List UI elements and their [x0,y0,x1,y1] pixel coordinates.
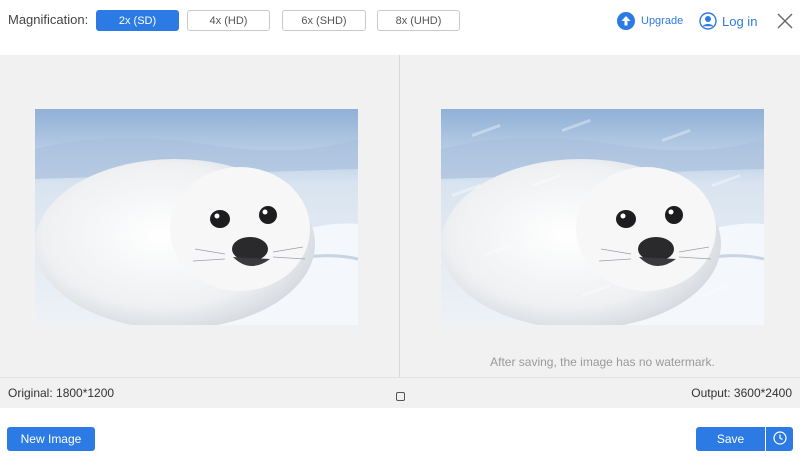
magnification-2x-button[interactable]: 2x (SD) [96,10,179,31]
new-image-button[interactable]: New Image [7,427,95,451]
bottom-bar: New Image Save [0,408,800,463]
magnification-6x-button[interactable]: 6x (SHD) [282,10,366,31]
magnification-label: Magnification: [8,12,89,27]
upgrade-link[interactable]: Upgrade [617,11,683,31]
watermark-note: After saving, the image has no watermark… [490,355,715,369]
output-image [441,109,764,325]
login-link[interactable]: Log in [699,11,757,31]
size-info-bar: Original: 1800*1200 Output: 3600*2400 [0,377,800,408]
save-button[interactable]: Save [696,427,765,451]
square-icon[interactable] [396,388,405,401]
close-icon[interactable] [776,12,794,30]
top-toolbar: Magnification: 2x (SD) 4x (HD) 6x (SHD) … [0,0,800,55]
output-size-text: Output: 3600*2400 [691,386,792,400]
clock-icon [772,430,787,448]
upgrade-label: Upgrade [641,15,684,27]
history-button[interactable] [766,427,793,451]
upgrade-arrow-icon [617,12,635,30]
original-image [35,109,358,325]
preview-divider [399,55,400,377]
user-icon [699,12,717,30]
preview-area: After saving, the image has no watermark… [0,55,800,377]
magnification-4x-button[interactable]: 4x (HD) [187,10,270,31]
magnification-8x-button[interactable]: 8x (UHD) [377,10,460,31]
login-label: Log in [722,13,758,29]
original-size-text: Original: 1800*1200 [8,386,115,400]
